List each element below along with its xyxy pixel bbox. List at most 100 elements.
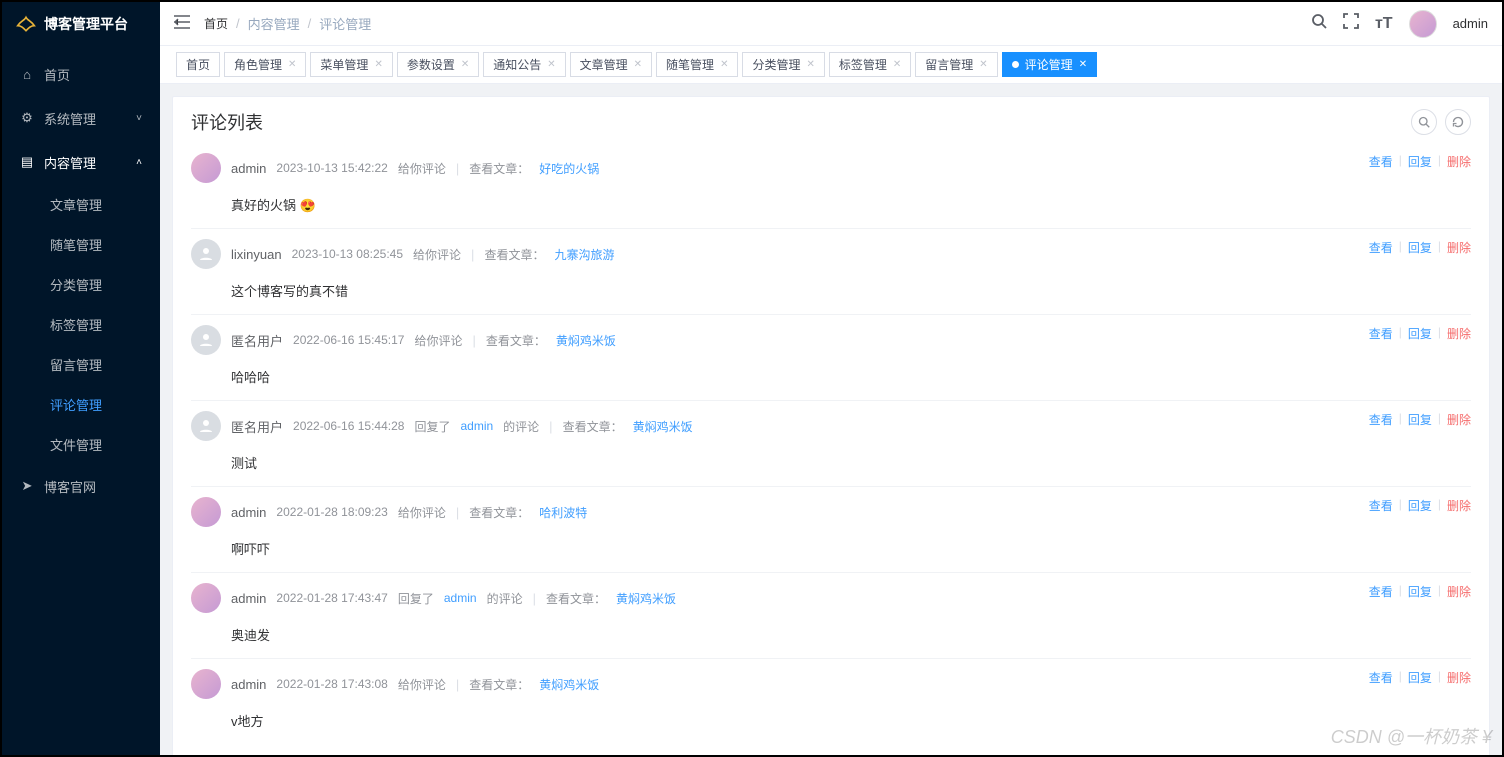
comment-avatar [191,411,221,441]
action-reply[interactable]: 回复 [1408,583,1432,600]
action-reply[interactable]: 回复 [1408,239,1432,256]
close-icon[interactable]: ✕ [634,59,642,70]
tool-refresh-icon[interactable] [1445,109,1471,135]
article-link[interactable]: 黄焖鸡米饭 [539,676,599,693]
fullscreen-icon[interactable] [1343,13,1359,34]
tab-菜单管理[interactable]: 菜单管理✕ [310,52,392,77]
action-view[interactable]: 查看 [1369,669,1393,686]
comment-body: 测试 [231,453,1471,472]
sidebar-subitem-留言管理[interactable]: 留言管理 [2,344,160,384]
sidebar-item-博客官网[interactable]: ➤博客官网 [2,464,160,508]
action-reply[interactable]: 回复 [1408,411,1432,428]
avatar[interactable] [1409,10,1437,38]
action-reply[interactable]: 回复 [1408,325,1432,342]
action-view[interactable]: 查看 [1369,239,1393,256]
tab-通知公告[interactable]: 通知公告✕ [483,52,565,77]
article-link[interactable]: 哈利波特 [539,504,587,521]
topbar-right: тT admin [1311,10,1488,38]
brand: 博客管理平台 [2,2,160,46]
sidebar-item-内容管理[interactable]: ▤内容管理˄ [2,140,160,184]
username[interactable]: admin [1453,16,1488,31]
active-dot-icon [1012,61,1019,68]
close-icon[interactable]: ✕ [893,59,901,70]
main: 首页/内容管理/评论管理 тT admin 首页角色管理✕菜单管理✕参数设置✕通… [160,2,1502,755]
breadcrumb-内容管理[interactable]: 内容管理 [248,14,300,33]
reply-target: admin [444,591,477,605]
content-area: 评论列表 admin2023-10-13 15:42:22给你评论 | 查看文章… [160,84,1502,755]
action-view[interactable]: 查看 [1369,583,1393,600]
close-icon[interactable]: ✕ [288,59,296,70]
tab-参数设置[interactable]: 参数设置✕ [397,52,479,77]
close-icon[interactable]: ✕ [720,59,728,70]
comment-user: 匿名用户 [231,331,283,350]
search-icon[interactable] [1311,13,1327,34]
article-link[interactable]: 黄焖鸡米饭 [633,418,693,435]
action-view[interactable]: 查看 [1369,325,1393,342]
comment-avatar [191,583,221,613]
breadcrumb-首页[interactable]: 首页 [204,15,228,32]
tabs: 首页角色管理✕菜单管理✕参数设置✕通知公告✕文章管理✕随笔管理✕分类管理✕标签管… [160,46,1502,84]
close-icon[interactable]: ✕ [1079,59,1087,70]
action-delete[interactable]: 删除 [1447,497,1471,514]
close-icon[interactable]: ✕ [547,59,555,70]
article-link[interactable]: 好吃的火锅 [539,160,599,177]
chevron-up-icon: ˄ [136,157,142,168]
action-reply[interactable]: 回复 [1408,153,1432,170]
menu-icon: ▤ [20,154,34,170]
comment-user: admin [231,591,266,606]
comment-body: 真好的火锅 😍 [231,195,1471,214]
action-view[interactable]: 查看 [1369,497,1393,514]
tab-首页[interactable]: 首页 [176,52,220,77]
sidebar-subitem-随笔管理[interactable]: 随笔管理 [2,224,160,264]
tab-角色管理[interactable]: 角色管理✕ [224,52,306,77]
sidebar-subitem-评论管理[interactable]: 评论管理 [2,384,160,424]
action-delete[interactable]: 删除 [1447,153,1471,170]
breadcrumb-评论管理[interactable]: 评论管理 [319,14,371,33]
tab-留言管理[interactable]: 留言管理✕ [915,52,997,77]
article-link[interactable]: 黄焖鸡米饭 [616,590,676,607]
action-reply[interactable]: 回复 [1408,497,1432,514]
tab-标签管理[interactable]: 标签管理✕ [829,52,911,77]
logo-icon [16,14,36,34]
sidebar: 博客管理平台 ⌂首页⚙系统管理˅▤内容管理˄文章管理随笔管理分类管理标签管理留言… [2,2,160,755]
action-delete[interactable]: 删除 [1447,669,1471,686]
fontsize-icon[interactable]: тT [1375,15,1393,33]
tool-search-icon[interactable] [1411,109,1437,135]
sidebar-subitem-文件管理[interactable]: 文件管理 [2,424,160,464]
sidebar-item-首页[interactable]: ⌂首页 [2,52,160,96]
comment-time: 2022-06-16 15:45:17 [293,333,404,347]
panel-title: 评论列表 [191,109,263,135]
comment-avatar [191,325,221,355]
comment-time: 2022-01-28 17:43:47 [276,591,387,605]
action-delete[interactable]: 删除 [1447,583,1471,600]
sidebar-item-系统管理[interactable]: ⚙系统管理˅ [2,96,160,140]
comment-avatar [191,669,221,699]
sidebar-subitem-文章管理[interactable]: 文章管理 [2,184,160,224]
action-delete[interactable]: 删除 [1447,411,1471,428]
close-icon[interactable]: ✕ [374,59,382,70]
action-delete[interactable]: 删除 [1447,239,1471,256]
comment-avatar [191,497,221,527]
article-link[interactable]: 九寨沟旅游 [554,246,614,263]
brand-text: 博客管理平台 [44,14,128,34]
collapse-sidebar-icon[interactable] [174,15,190,32]
comments-panel: 评论列表 admin2023-10-13 15:42:22给你评论 | 查看文章… [172,96,1490,755]
tab-评论管理[interactable]: 评论管理✕ [1002,52,1097,77]
close-icon[interactable]: ✕ [806,59,814,70]
action-view[interactable]: 查看 [1369,411,1393,428]
comment-time: 2022-01-28 17:43:08 [276,677,387,691]
chevron-down-icon: ˅ [136,113,142,124]
comment-body: v地方 [231,711,1471,730]
tab-文章管理[interactable]: 文章管理✕ [570,52,652,77]
tab-随笔管理[interactable]: 随笔管理✕ [656,52,738,77]
sidebar-subitem-标签管理[interactable]: 标签管理 [2,304,160,344]
action-delete[interactable]: 删除 [1447,325,1471,342]
sidebar-subitem-分类管理[interactable]: 分类管理 [2,264,160,304]
tab-分类管理[interactable]: 分类管理✕ [742,52,824,77]
close-icon[interactable]: ✕ [979,59,987,70]
comment-row: admin2022-01-28 17:43:08给你评论 | 查看文章：黄焖鸡米… [191,659,1471,744]
close-icon[interactable]: ✕ [461,59,469,70]
action-reply[interactable]: 回复 [1408,669,1432,686]
article-link[interactable]: 黄焖鸡米饭 [556,332,616,349]
action-view[interactable]: 查看 [1369,153,1393,170]
